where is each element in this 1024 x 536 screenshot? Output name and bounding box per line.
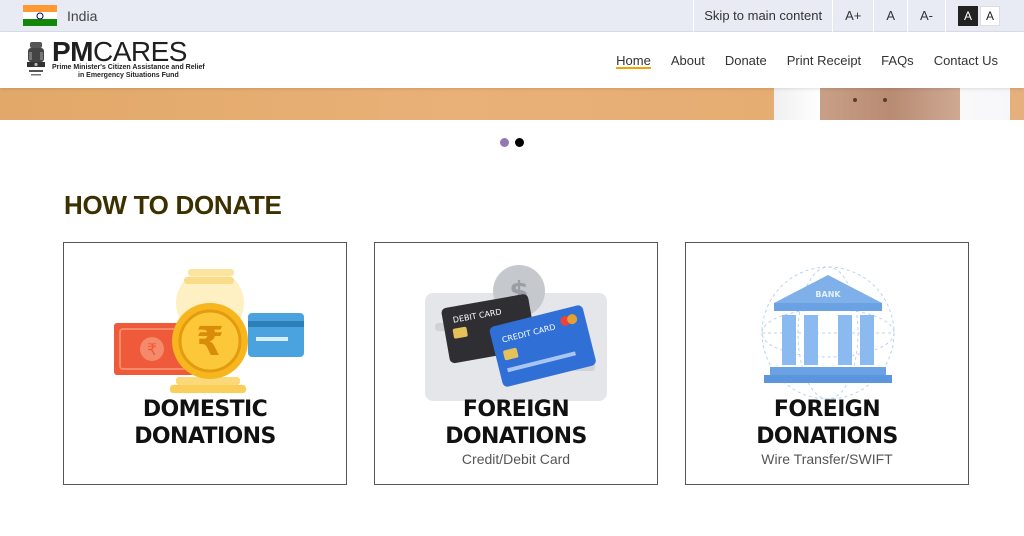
carousel-dot-2[interactable]: [515, 138, 524, 147]
banner-figure: [820, 88, 960, 120]
top-utility-bar: India Skip to main content A+ A A- A A: [0, 0, 1024, 32]
carousel-dot-1[interactable]: [500, 138, 509, 147]
hero-banner: [0, 88, 1024, 120]
contrast-toggle: A A: [945, 0, 1024, 32]
normal-contrast-button[interactable]: A: [980, 5, 1000, 26]
nav-about[interactable]: About: [661, 32, 715, 88]
foreign-wire-donation-card[interactable]: BANK FOREIGN DONATIONS Wire Transfer/SWI…: [685, 242, 969, 485]
nav-contact-us[interactable]: Contact Us: [924, 32, 1008, 88]
brand-name-light: CARES: [93, 36, 187, 67]
card-title-line1: FOREIGN: [462, 397, 570, 422]
banner-detail: [883, 98, 887, 102]
india-flag-icon: [23, 4, 57, 27]
card-title-line2: DONATIONS: [445, 424, 587, 449]
credit-card-icon: $ DEBIT CARD CREDIT CARD: [425, 265, 607, 401]
font-increase-button[interactable]: A+: [832, 0, 873, 32]
card-subtitle: Credit/Debit Card: [461, 451, 571, 467]
nav-print-receipt[interactable]: Print Receipt: [777, 32, 871, 88]
donation-options: ₹ ₹ DOMESTIC DONATIONS $ DEBIT CARD CRED…: [63, 242, 969, 485]
site-logo[interactable]: PMCARES Prime Minister's Citizen Assista…: [0, 38, 205, 80]
country-label: India: [67, 7, 98, 24]
high-contrast-button[interactable]: A: [958, 5, 978, 26]
card-title-line2: DONATIONS: [756, 424, 898, 449]
brand-name-bold: PM: [52, 36, 94, 67]
bank-label: BANK: [815, 290, 841, 299]
brand-subtitle-line1: Prime Minister's Citizen Assistance and …: [52, 64, 205, 71]
nav-home[interactable]: Home: [606, 32, 661, 88]
section-title: HOW TO DONATE: [64, 190, 282, 220]
font-normal-button[interactable]: A: [873, 0, 907, 32]
domestic-donation-card[interactable]: ₹ ₹ DOMESTIC DONATIONS: [63, 242, 347, 485]
carousel-indicators: [0, 138, 1024, 147]
nav-faqs[interactable]: FAQs: [871, 32, 924, 88]
brand-subtitle-line2: in Emergency Situations Fund: [78, 72, 179, 79]
card-title-line2: DONATIONS: [134, 424, 276, 449]
main-nav: Home About Donate Print Receipt FAQs Con…: [606, 32, 1024, 88]
card-title-line1: DOMESTIC: [142, 397, 268, 422]
skip-to-main-link[interactable]: Skip to main content: [693, 0, 832, 32]
country-indicator: India: [0, 4, 98, 27]
foreign-card-donation-card[interactable]: $ DEBIT CARD CREDIT CARD FOREIGN DONATIO…: [374, 242, 658, 485]
rupee-coin-icon: ₹ ₹: [114, 269, 304, 393]
national-emblem-icon: [27, 42, 45, 76]
banner-detail: [853, 98, 857, 102]
site-header: PMCARES Prime Minister's Citizen Assista…: [0, 32, 1024, 88]
font-decrease-button[interactable]: A-: [907, 0, 945, 32]
svg-text:₹: ₹: [196, 319, 224, 365]
svg-text:₹: ₹: [147, 340, 157, 359]
card-title-line1: FOREIGN: [773, 397, 881, 422]
bank-icon: BANK: [761, 266, 895, 400]
card-subtitle: Wire Transfer/SWIFT: [761, 451, 893, 467]
nav-donate[interactable]: Donate: [715, 32, 777, 88]
